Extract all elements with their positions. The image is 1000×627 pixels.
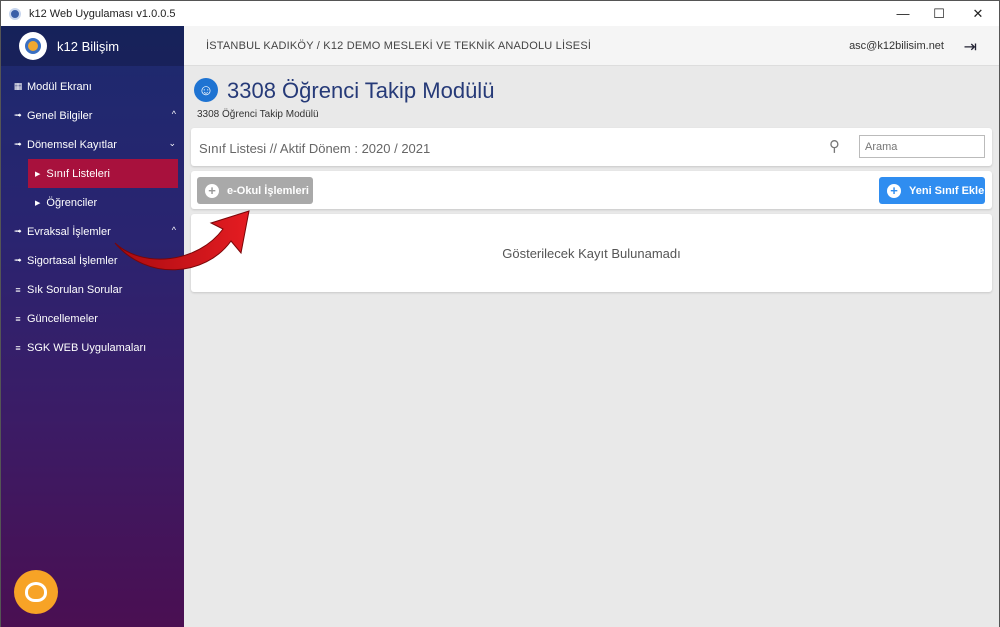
truck-icon: ➟ [14, 226, 22, 236]
search-icon[interactable]: ⚲ [829, 137, 840, 155]
sidebar-item-label: Güncellemeler [27, 312, 98, 325]
window-title: k12 Web Uygulaması v1.0.0.5 [29, 7, 176, 20]
list-icon: ≡ [15, 313, 21, 324]
sidebar-item-label: Sigortasal İşlemler [27, 254, 118, 267]
app-icon [9, 7, 21, 20]
actions-card: + e-Okul İşlemleri + Yeni Sınıf Ekle [191, 171, 992, 209]
empty-message: Gösterilecek Kayıt Bulunamadı [502, 246, 681, 261]
plus-circle-icon: + [887, 183, 901, 198]
sidebar-item-guncellemeler[interactable]: ≡ Güncellemeler [1, 304, 184, 333]
truck-icon: ➟ [14, 139, 22, 149]
sidebar-subitem-sinif-listeleri[interactable]: ▶ Sınıf Listeleri [28, 159, 178, 188]
accessibility-icon: ☺ [194, 78, 218, 102]
sidebar-item-label: SGK WEB Uygulamaları [27, 341, 147, 354]
sidebar-item-label: Dönemsel Kayıtlar [27, 138, 117, 151]
chevron-up-icon: ^ [171, 225, 176, 235]
sidebar-item-label: Evraksal İşlemler [27, 225, 111, 238]
sidebar-item-donemsel-kayitlar[interactable]: ➟ Dönemsel Kayıtlar ⌄ [1, 130, 184, 159]
sidebar-item-label: Sık Sorulan Sorular [27, 283, 123, 296]
sidebar-item-genel-bilgiler[interactable]: ➟ Genel Bilgiler ^ [1, 101, 184, 130]
window-controls: — ☐ ✕ [885, 1, 999, 26]
sidebar-item-label: Öğrenciler [46, 196, 98, 209]
top-bar: İSTANBUL KADIKÖY / K12 DEMO MESLEKİ VE T… [184, 26, 999, 66]
sidebar: k12 Bilişim ▦ Modül Ekranı ➟ Genel Bilgi… [1, 26, 184, 627]
sidebar-item-label: Genel Bilgiler [27, 109, 93, 122]
grid-icon: ▦ [13, 81, 23, 91]
list-header-card: Sınıf Listesi // Aktif Dönem : 2020 / 20… [191, 128, 992, 166]
eokul-button[interactable]: + e-Okul İşlemleri [197, 177, 313, 204]
truck-icon: ➟ [14, 110, 22, 120]
sidebar-item-label: Modül Ekranı [27, 80, 92, 93]
sidebar-item-modul-ekrani[interactable]: ▦ Modül Ekranı [1, 72, 184, 101]
plus-circle-icon: + [205, 183, 219, 198]
sidebar-item-sigortasal-islemler[interactable]: ➟ Sigortasal İşlemler [1, 246, 184, 275]
add-class-button[interactable]: + Yeni Sınıf Ekle [879, 177, 985, 204]
support-button[interactable] [14, 570, 58, 614]
maximize-button[interactable]: ☐ [921, 1, 957, 26]
brand[interactable]: k12 Bilişim [1, 26, 184, 66]
list-title: Sınıf Listesi // Aktif Dönem : 2020 / 20… [199, 141, 431, 156]
page-title: 3308 Öğrenci Takip Modülü [227, 78, 495, 103]
search-input[interactable] [859, 135, 985, 158]
sidebar-menu: ▦ Modül Ekranı ➟ Genel Bilgiler ^ ➟ Döne… [1, 72, 184, 362]
sidebar-item-evraksal-islemler[interactable]: ➟ Evraksal İşlemler ^ [1, 217, 184, 246]
sidebar-subitem-ogrenciler[interactable]: ▶ Öğrenciler [28, 188, 178, 217]
close-button[interactable]: ✕ [957, 1, 999, 26]
list-body-card: Gösterilecek Kayıt Bulunamadı [191, 214, 992, 292]
add-class-button-label: Yeni Sınıf Ekle [909, 184, 985, 197]
app-window: k12 Web Uygulaması v1.0.0.5 — ☐ ✕ k12 Bi… [0, 0, 1000, 627]
school-name: İSTANBUL KADIKÖY / K12 DEMO MESLEKİ VE T… [206, 40, 592, 52]
chevron-up-icon: ^ [171, 109, 176, 119]
title-bar: k12 Web Uygulaması v1.0.0.5 — ☐ ✕ [1, 1, 999, 26]
brand-name: k12 Bilişim [57, 38, 120, 54]
logo-icon [19, 32, 47, 60]
eokul-button-label: e-Okul İşlemleri [227, 184, 309, 197]
truck-icon: ➟ [14, 255, 22, 265]
list-icon: ≡ [15, 342, 21, 353]
user-email[interactable]: asc@k12bilisim.net [849, 40, 944, 52]
list-icon: ≡ [15, 284, 21, 295]
sidebar-item-sgk-web[interactable]: ≡ SGK WEB Uygulamaları [1, 333, 184, 362]
sidebar-item-label: Sınıf Listeleri [46, 167, 110, 180]
logout-icon[interactable]: ⇥ [964, 37, 977, 57]
minimize-button[interactable]: — [885, 1, 921, 26]
caret-right-icon: ▶ [35, 199, 41, 207]
chevron-down-icon: ⌄ [168, 138, 176, 148]
main-content: ☺ 3308 Öğrenci Takip Modülü 3308 Öğrenci… [184, 66, 999, 627]
headset-icon [25, 582, 47, 602]
sidebar-item-sik-sorulan-sorular[interactable]: ≡ Sık Sorulan Sorular [1, 275, 184, 304]
caret-right-icon: ▶ [35, 170, 41, 178]
page-subtitle: 3308 Öğrenci Takip Modülü [197, 109, 319, 120]
